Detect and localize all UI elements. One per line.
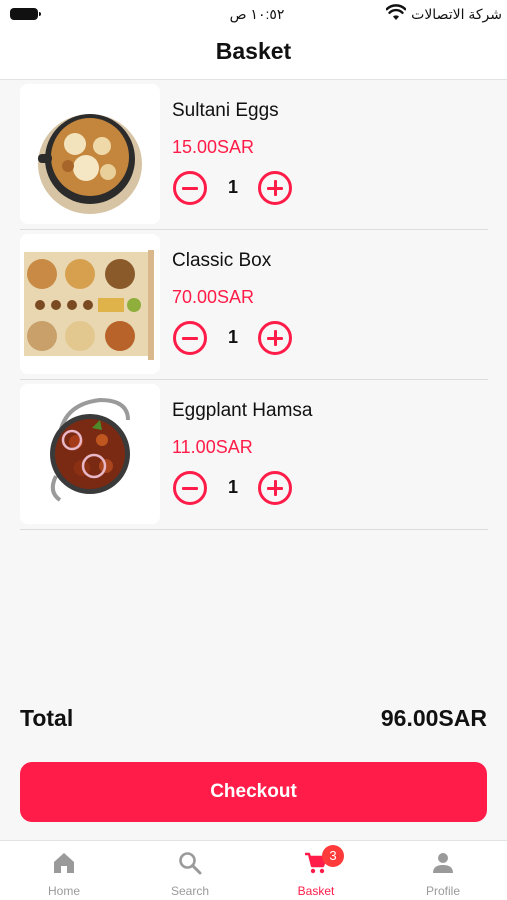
item-quantity: 1	[227, 477, 238, 497]
increase-quantity-button[interactable]	[258, 471, 292, 505]
item-image-classic-box	[20, 234, 160, 374]
item-quantity: 1	[227, 177, 238, 197]
item-image-eggplant-hamsa	[20, 384, 160, 524]
page-title: Basket	[215, 38, 292, 64]
header: Basket	[0, 30, 507, 80]
search-icon	[179, 852, 202, 875]
basket-item: Sultani Eggs 15.00SAR 1	[20, 80, 488, 230]
cart-count-badge: 3	[322, 845, 344, 867]
tab-search[interactable]: Search	[127, 841, 253, 900]
wifi-icon	[386, 4, 406, 20]
basket-item: Eggplant Hamsa 11.00SAR 1	[20, 380, 488, 530]
status-bar: ١٠:٥٢ ص شركة الاتصالات	[0, 0, 507, 30]
tab-bar: Home Search 3 Basket Profile	[0, 840, 507, 900]
item-price: 15.00SAR	[172, 137, 255, 157]
total-label: Total	[20, 705, 74, 731]
decrease-quantity-button[interactable]	[173, 171, 207, 205]
checkout-button[interactable]: Checkout	[20, 762, 487, 822]
item-name: Sultani Eggs	[172, 100, 279, 121]
tab-label: Basket	[297, 884, 335, 898]
tab-home[interactable]: Home	[1, 841, 127, 900]
tab-profile[interactable]: Profile	[380, 841, 506, 900]
decrease-quantity-button[interactable]	[173, 321, 207, 355]
tab-basket[interactable]: 3 Basket	[253, 841, 379, 900]
total-value: 96.00SAR	[380, 705, 487, 731]
battery-icon	[10, 8, 41, 20]
item-name: Classic Box	[172, 250, 272, 271]
status-time: ١٠:٥٢ ص	[229, 6, 285, 22]
item-price: 70.00SAR	[172, 287, 255, 307]
tab-label: Profile	[425, 884, 460, 898]
item-name: Eggplant Hamsa	[172, 400, 313, 421]
tab-label: Search	[170, 884, 210, 898]
item-quantity: 1	[227, 327, 238, 347]
basket-list: Sultani Eggs 15.00SAR 1 Classic Box 70.0…	[20, 80, 488, 530]
decrease-quantity-button[interactable]	[173, 471, 207, 505]
increase-quantity-button[interactable]	[258, 171, 292, 205]
item-price: 11.00SAR	[172, 437, 253, 457]
increase-quantity-button[interactable]	[258, 321, 292, 355]
home-icon	[54, 853, 74, 873]
tab-label: Home	[47, 884, 80, 898]
item-image-sultani-eggs	[20, 84, 160, 224]
basket-item: Classic Box 70.00SAR 1	[20, 230, 488, 380]
carrier-name: شركة الاتصالات	[411, 6, 502, 22]
person-icon	[433, 853, 453, 873]
